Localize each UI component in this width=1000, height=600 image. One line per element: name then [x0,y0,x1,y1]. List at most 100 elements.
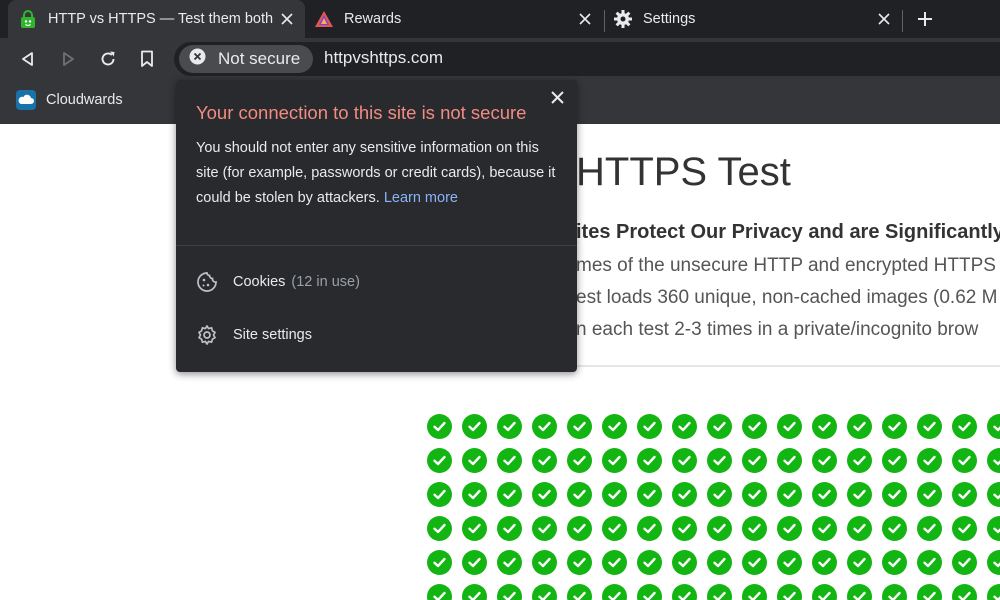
check-circle-icon [567,414,592,439]
plus-icon [918,12,932,26]
check-circle-icon [637,550,662,575]
check-circle-icon [742,516,767,541]
green-lock-robot-icon [18,9,38,29]
check-circle-icon [917,414,942,439]
check-circle-icon [987,584,1000,600]
check-circle-icon [672,550,697,575]
site-settings-row[interactable]: Site settings [196,323,312,347]
back-button[interactable] [16,47,40,71]
check-circle-icon [952,550,977,575]
gear-icon [613,9,633,29]
check-circle-icon [952,584,977,600]
image-load-grid [427,414,1000,600]
close-tab-icon[interactable] [874,9,894,29]
tab-http-vs-https[interactable]: HTTP vs HTTPS — Test them both yourself [8,0,305,38]
check-circle-icon [707,516,732,541]
check-circle-icon [742,448,767,473]
check-circle-icon [427,550,452,575]
forward-button[interactable] [56,47,80,71]
popup-close-button[interactable] [548,88,566,106]
check-circle-icon [497,584,522,600]
check-circle-icon [532,516,557,541]
check-circle-icon [602,516,627,541]
tab-title: Rewards [344,11,402,27]
popup-divider [176,245,577,246]
check-circle-icon [567,482,592,507]
check-circle-icon [777,516,802,541]
check-circle-icon [532,550,557,575]
check-circle-icon [917,550,942,575]
check-circle-icon [427,448,452,473]
check-circle-icon [987,448,1000,473]
address-bar[interactable]: Not secure httpvshttps.com [174,42,1000,76]
check-circle-icon [672,414,697,439]
check-circle-icon [987,516,1000,541]
reload-button[interactable] [96,47,120,71]
bookmark-label: Cloudwards [46,92,123,108]
check-circle-icon [462,550,487,575]
check-circle-icon [987,482,1000,507]
url-text[interactable]: httpvshttps.com [324,48,443,68]
brave-rewards-triangle-icon [314,9,334,29]
check-circle-icon [637,448,662,473]
check-circle-icon [532,584,557,600]
horizontal-rule [576,365,1000,367]
check-circle-icon [462,516,487,541]
not-secure-icon [189,48,206,70]
bookmark-cloudwards[interactable]: Cloudwards [16,90,123,110]
check-circle-icon [637,482,662,507]
check-circle-icon [987,550,1000,575]
browser-toolbar: Not secure httpvshttps.com [0,38,1000,80]
close-tab-icon[interactable] [575,9,595,29]
check-circle-icon [882,414,907,439]
check-circle-icon [637,516,662,541]
cookies-row[interactable]: Cookies (12 in use) [196,270,360,294]
cookies-count: (12 in use) [291,274,360,290]
page-paragraph-line: n each test 2-3 times in a private/incog… [576,319,979,340]
check-circle-icon [532,482,557,507]
check-circle-icon [847,516,872,541]
check-circle-icon [532,448,557,473]
check-circle-icon [882,516,907,541]
tab-settings[interactable]: Settings [605,0,902,38]
site-info-popup: Your connection to this site is not secu… [176,80,577,372]
check-circle-icon [812,414,837,439]
tab-strip: HTTP vs HTTPS — Test them both yourself … [0,0,1000,38]
bookmark-button[interactable] [135,47,159,71]
check-circle-icon [952,448,977,473]
popup-message: You should not enter any sensitive infor… [196,136,561,211]
check-circle-icon [847,414,872,439]
check-circle-icon [672,482,697,507]
check-circle-icon [917,448,942,473]
check-circle-icon [567,550,592,575]
new-tab-button[interactable] [912,6,938,32]
check-circle-icon [847,584,872,600]
tab-rewards[interactable]: Rewards [306,0,603,38]
check-circle-icon [707,448,732,473]
settings-gear-icon [196,324,218,346]
check-circle-icon [427,584,452,600]
check-circle-icon [812,550,837,575]
check-circle-icon [812,482,837,507]
check-circle-icon [812,448,837,473]
check-circle-icon [567,448,592,473]
check-circle-icon [602,414,627,439]
learn-more-link[interactable]: Learn more [384,190,458,206]
check-circle-icon [462,584,487,600]
check-circle-icon [532,414,557,439]
check-circle-icon [882,482,907,507]
check-circle-icon [672,584,697,600]
check-circle-icon [602,482,627,507]
check-circle-icon [847,482,872,507]
popup-body-text: You should not enter any sensitive infor… [196,140,556,206]
not-secure-chip[interactable]: Not secure [179,45,313,73]
page-paragraph-line: est loads 360 unique, non-cached images … [576,287,998,308]
check-circle-icon [882,448,907,473]
check-circle-icon [497,448,522,473]
check-circle-icon [917,482,942,507]
forward-arrow-icon [63,52,74,66]
close-tab-icon[interactable] [277,9,297,29]
check-circle-icon [742,414,767,439]
check-circle-icon [497,550,522,575]
check-circle-icon [777,482,802,507]
